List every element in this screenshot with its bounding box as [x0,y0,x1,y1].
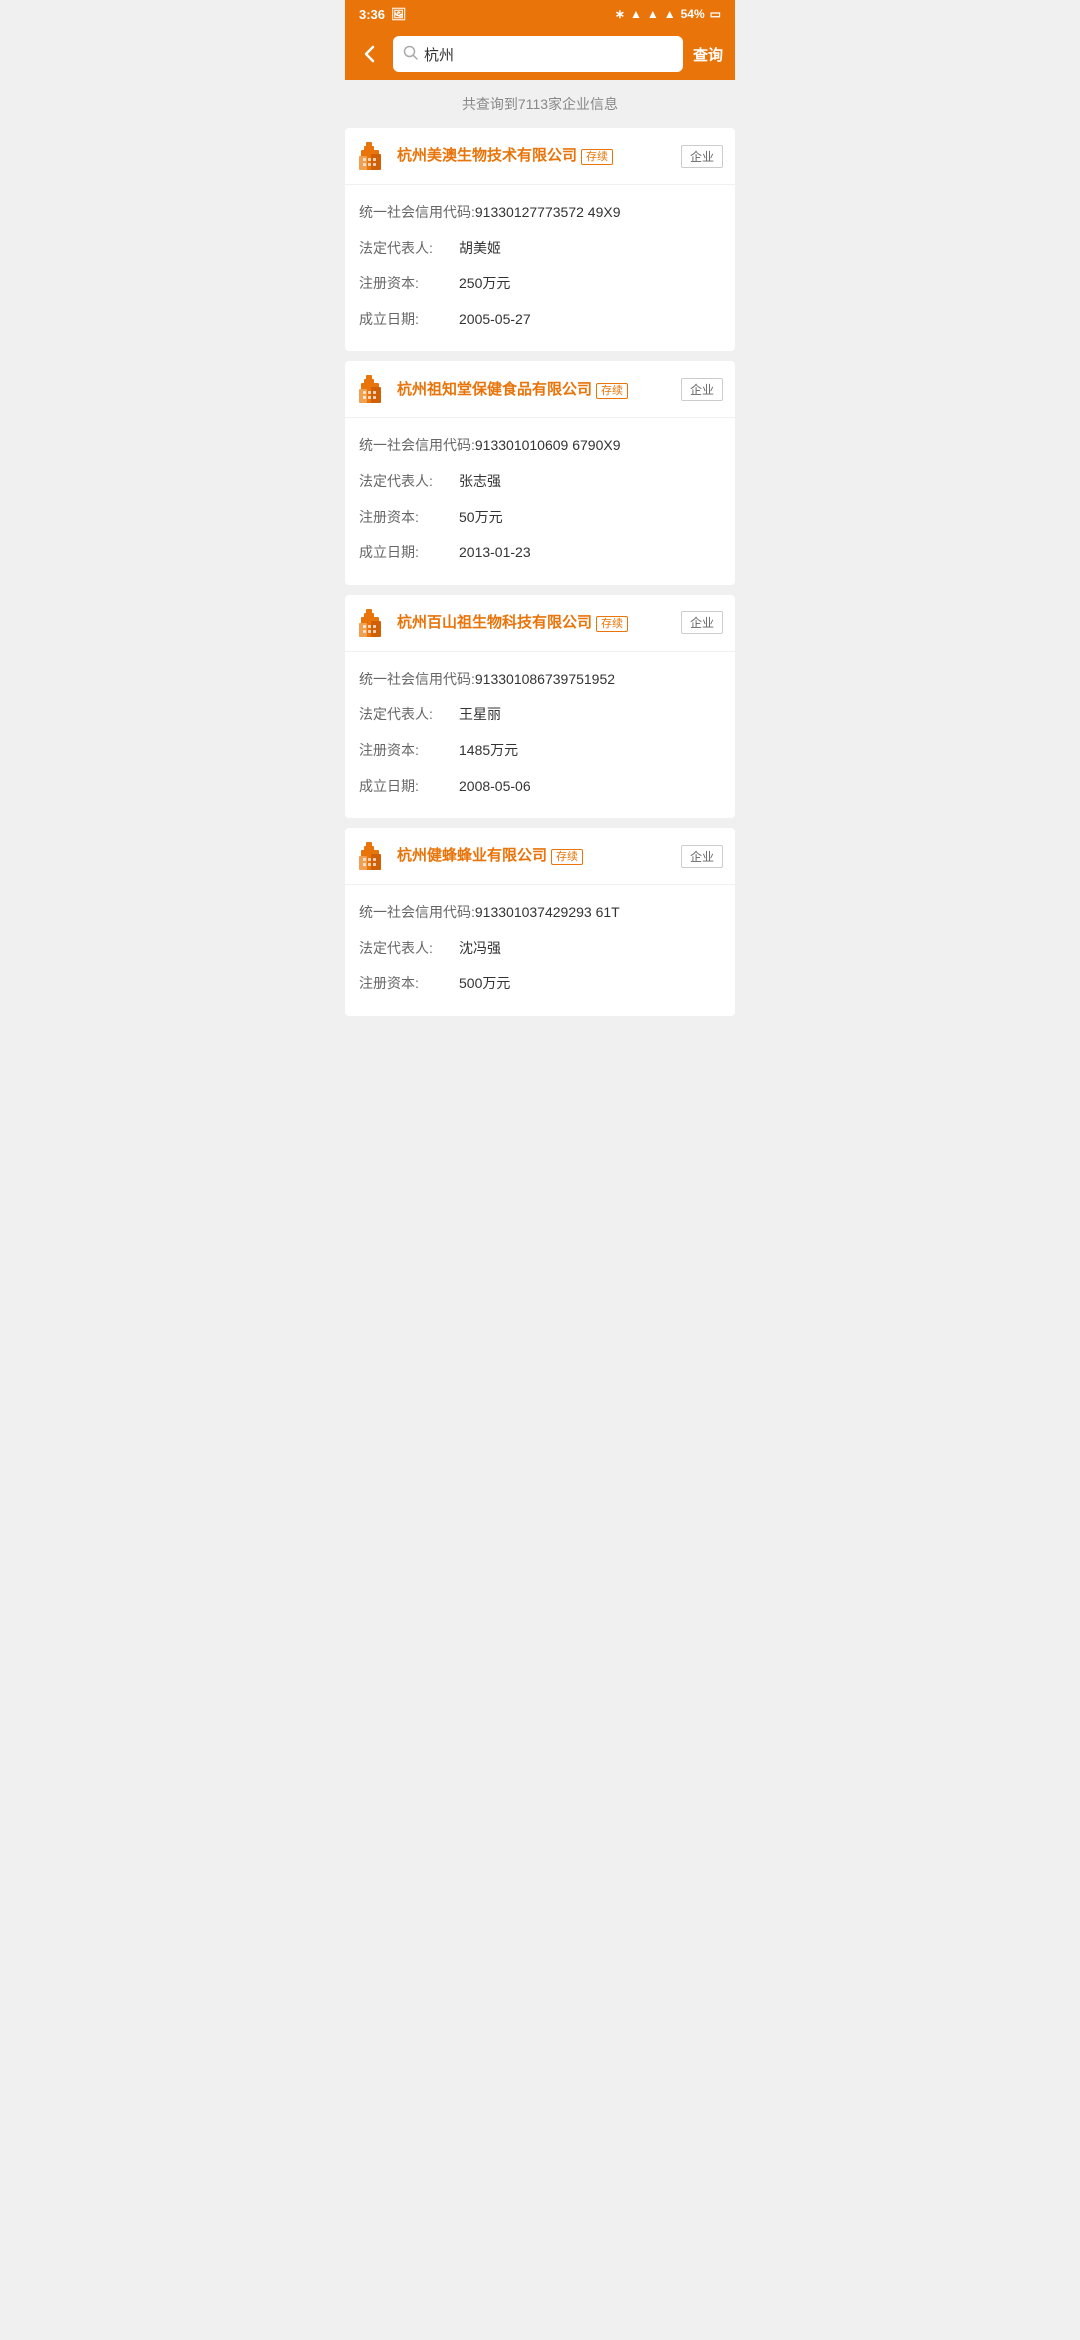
info-label: 注册资本: [359,274,459,294]
info-row: 成立日期: 2013-01-23 [359,535,721,571]
back-button[interactable] [355,39,385,69]
info-label: 成立日期: [359,777,459,797]
info-value: 50万元 [459,508,721,528]
bluetooth-icon: ∗ [615,7,625,21]
info-row: 成立日期: 2008-05-06 [359,769,721,805]
company-card[interactable]: 杭州百山祖生物科技有限公司存续 企业 统一社会信用代码: 91330108673… [345,595,735,818]
company-name: 杭州美澳生物技术有限公司存续 [397,146,673,166]
company-list: 杭州美澳生物技术有限公司存续 企业 统一社会信用代码: 913301277735… [345,128,735,1016]
info-row: 统一社会信用代码: 913301086739751952 [359,662,721,698]
company-card[interactable]: 杭州美澳生物技术有限公司存续 企业 统一社会信用代码: 913301277735… [345,128,735,351]
signal-icon1: ▲ [647,7,659,21]
status-bar: 3:36 🖼 ∗ ▲ ▲ ▲ 54% ▭ [345,0,735,28]
info-row: 注册资本: 500万元 [359,966,721,1002]
header: 查询 [345,28,735,80]
info-row: 统一社会信用代码: 913301037429293 61T [359,895,721,931]
info-label: 统一社会信用代码: [359,436,475,456]
wifi-icon: ▲ [630,7,642,21]
info-label: 成立日期: [359,310,459,330]
info-value: 张志强 [459,472,721,492]
info-row: 注册资本: 250万元 [359,266,721,302]
info-label: 法定代表人: [359,472,459,492]
company-logo [357,140,389,172]
info-value: 250万元 [459,274,721,294]
query-button[interactable]: 查询 [691,40,725,69]
notification-icon: 🖼 [391,7,406,21]
status-badge: 存续 [596,383,628,399]
company-card[interactable]: 杭州祖知堂保健食品有限公司存续 企业 统一社会信用代码: 91330101060… [345,361,735,584]
info-value: 2013-01-23 [459,543,721,563]
company-logo [357,840,389,872]
info-row: 法定代表人: 沈冯强 [359,931,721,967]
info-value: 913301037429293 61T [475,903,721,923]
info-value: 沈冯强 [459,939,721,959]
info-value: 胡美姬 [459,239,721,259]
company-logo [357,607,389,639]
card-body: 统一社会信用代码: 91330127773572 49X9 法定代表人: 胡美姬… [345,185,735,351]
card-body: 统一社会信用代码: 913301086739751952 法定代表人: 王星丽 … [345,652,735,818]
type-badge: 企业 [681,845,723,868]
info-label: 注册资本: [359,741,459,761]
type-badge: 企业 [681,611,723,634]
info-row: 统一社会信用代码: 91330127773572 49X9 [359,195,721,231]
card-header: 杭州健蜂蜂业有限公司存续 企业 [345,828,735,885]
info-label: 注册资本: [359,508,459,528]
info-row: 法定代表人: 张志强 [359,464,721,500]
info-row: 统一社会信用代码: 913301010609 6790X9 [359,428,721,464]
search-box [393,36,683,72]
result-count: 共查询到7113家企业信息 [345,80,735,128]
info-value: 91330127773572 49X9 [475,203,721,223]
status-badge: 存续 [551,849,583,865]
search-input[interactable] [424,46,673,63]
status-badge: 存续 [581,149,613,165]
company-name: 杭州百山祖生物科技有限公司存续 [397,613,673,633]
battery-icon: ▭ [710,7,721,21]
info-value: 1485万元 [459,741,721,761]
type-badge: 企业 [681,145,723,168]
card-body: 统一社会信用代码: 913301010609 6790X9 法定代表人: 张志强… [345,418,735,584]
signal-icon2: ▲ [664,7,676,21]
status-badge: 存续 [596,616,628,632]
card-body: 统一社会信用代码: 913301037429293 61T 法定代表人: 沈冯强… [345,885,735,1016]
status-time: 3:36 🖼 [359,7,406,22]
time-display: 3:36 [359,7,385,22]
type-badge: 企业 [681,378,723,401]
info-row: 法定代表人: 王星丽 [359,697,721,733]
info-value: 王星丽 [459,705,721,725]
info-value: 2005-05-27 [459,310,721,330]
info-label: 注册资本: [359,974,459,994]
company-logo [357,373,389,405]
info-label: 统一社会信用代码: [359,903,475,923]
info-value: 913301010609 6790X9 [475,436,721,456]
info-label: 法定代表人: [359,239,459,259]
info-label: 法定代表人: [359,705,459,725]
info-row: 法定代表人: 胡美姬 [359,231,721,267]
status-icons: ∗ ▲ ▲ ▲ 54% ▭ [615,7,721,21]
search-icon [403,45,418,63]
info-label: 统一社会信用代码: [359,203,475,223]
card-header: 杭州百山祖生物科技有限公司存续 企业 [345,595,735,652]
info-label: 成立日期: [359,543,459,563]
info-row: 注册资本: 50万元 [359,500,721,536]
info-label: 统一社会信用代码: [359,670,475,690]
battery-level: 54% [681,7,705,21]
card-header: 杭州祖知堂保健食品有限公司存续 企业 [345,361,735,418]
card-header: 杭州美澳生物技术有限公司存续 企业 [345,128,735,185]
info-row: 注册资本: 1485万元 [359,733,721,769]
info-label: 法定代表人: [359,939,459,959]
company-name: 杭州祖知堂保健食品有限公司存续 [397,380,673,400]
info-value: 500万元 [459,974,721,994]
info-value: 913301086739751952 [475,670,721,690]
info-value: 2008-05-06 [459,777,721,797]
info-row: 成立日期: 2005-05-27 [359,302,721,338]
company-name: 杭州健蜂蜂业有限公司存续 [397,846,673,866]
company-card[interactable]: 杭州健蜂蜂业有限公司存续 企业 统一社会信用代码: 91330103742929… [345,828,735,1016]
